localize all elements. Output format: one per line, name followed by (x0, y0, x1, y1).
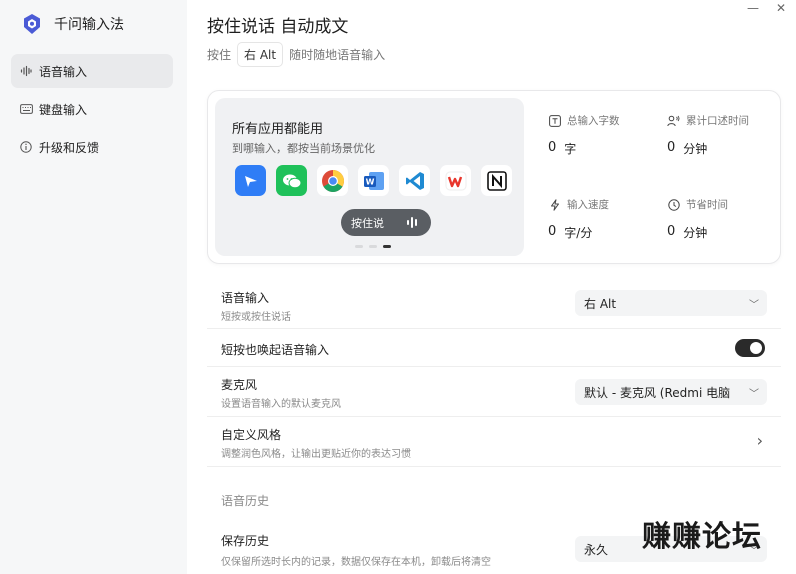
svg-text:W: W (365, 177, 374, 186)
wechat-app-icon (276, 165, 307, 196)
brand: 千问输入法 (18, 10, 124, 38)
setting-desc: 仅保留所选时长内的记录，数据仅保存在本机，卸载后将清空 (221, 557, 491, 568)
microphone-select[interactable]: 默认 - 麦克风 (Redmi 电脑 ﹀ (575, 379, 767, 405)
sidebar-item-keyboard-input[interactable]: 键盘输入 (11, 92, 173, 126)
sidebar-item-label: 键盘输入 (39, 102, 88, 117)
info-icon (19, 140, 33, 154)
chrome-app-icon (317, 165, 348, 196)
setting-desc: 调整润色风格，让输出更贴近你的表达习惯 (221, 449, 411, 460)
chevron-down-icon: ﹀ (749, 389, 759, 400)
sidebar: 千问输入法 语音输入 键盘输入 升级和反馈 (0, 0, 187, 574)
hold-to-speak-pill: 按住说 (341, 209, 431, 236)
carousel-dot-active[interactable] (383, 245, 391, 248)
select-value: 右 Alt (584, 296, 617, 311)
app-name: 千问输入法 (54, 17, 124, 33)
stat-label: 输入速度 (567, 199, 609, 211)
setting-desc: 设置语音输入的默认麦克风 (221, 399, 341, 410)
page-title: 按住说话 自动成文 (207, 17, 349, 37)
setting-row-short-press: 短按也唤起语音输入 (207, 329, 781, 367)
stat-unit: 分钟 (683, 226, 708, 240)
setting-title: 保存历史 (221, 534, 270, 548)
sidebar-item-label: 语音输入 (39, 64, 88, 79)
pill-label: 按住说 (351, 216, 384, 230)
sidebar-nav: 语音输入 键盘输入 升级和反馈 (11, 54, 173, 168)
chevron-right-icon: › (756, 431, 763, 450)
page-subtitle: 按住 右 Alt 随时随地语音输入 (207, 42, 385, 67)
app-icon-row: W (235, 165, 522, 196)
carousel-dots (355, 245, 397, 248)
setting-row-custom-style[interactable]: 自定义风格 调整润色风格，让输出更贴近你的表达习惯 › (207, 417, 781, 467)
stat-input-speed: 输入速度 0 字/分 (548, 197, 668, 241)
stat-time-saved: 节省时间 0 分钟 (667, 197, 787, 241)
chevron-down-icon: ﹀ (749, 300, 759, 311)
sidebar-item-label: 升级和反馈 (39, 140, 100, 155)
audio-wave-icon (405, 217, 417, 228)
stat-value: 0 (548, 140, 557, 155)
minimize-icon: — (747, 1, 759, 15)
main-panel: — ✕ 按住说话 自动成文 按住 右 Alt 随时随地语音输入 所有应用都能用 … (187, 0, 796, 574)
speaker-person-icon (667, 114, 680, 127)
setting-desc: 短按或按住说话 (221, 312, 291, 323)
stat-value: 0 (667, 224, 676, 239)
text-box-icon (548, 114, 561, 127)
stat-label: 总输入字数 (567, 115, 620, 127)
stat-total-chars: 总输入字数 0 字 (548, 113, 668, 157)
clock-icon (667, 198, 680, 211)
setting-title: 麦克风 (221, 378, 258, 392)
carousel-dot[interactable] (369, 245, 377, 248)
stat-label: 节省时间 (686, 199, 728, 211)
setting-title: 短按也唤起语音输入 (221, 343, 330, 357)
hotkey-badge: 右 Alt (237, 42, 284, 67)
overview-card: 所有应用都能用 到哪输入，都按当前场景优化 W 按住说 总输入字数 0 字 累计… (207, 90, 781, 264)
forum-watermark: 赚赚论坛 (642, 519, 763, 553)
stat-value: 0 (667, 140, 676, 155)
vscode-app-icon (399, 165, 430, 196)
qianwen-logo-icon (18, 10, 46, 38)
setting-row-microphone: 麦克风 设置语音输入的默认麦克风 默认 - 麦克风 (Redmi 电脑 ﹀ (207, 367, 781, 417)
stat-value: 0 (548, 224, 557, 239)
wps-app-icon (440, 165, 471, 196)
promo-title: 所有应用都能用 (232, 122, 324, 137)
stat-label: 累计口述时间 (686, 115, 749, 127)
close-button[interactable]: ✕ (770, 0, 792, 16)
subtitle-suffix: 随时随地语音输入 (289, 48, 386, 62)
stat-dictation-time: 累计口述时间 0 分钟 (667, 113, 787, 157)
notion-app-icon (481, 165, 512, 196)
promo-panel: 所有应用都能用 到哪输入，都按当前场景优化 W 按住说 (215, 98, 524, 256)
word-app-icon: W (358, 165, 389, 196)
promo-subtitle: 到哪输入，都按当前场景优化 (232, 142, 375, 155)
setting-title: 语音输入 (221, 291, 270, 305)
minimize-button[interactable]: — (742, 0, 764, 16)
voice-wave-icon (19, 64, 33, 78)
short-press-toggle[interactable] (735, 339, 765, 357)
carousel-dot[interactable] (355, 245, 363, 248)
voice-hotkey-select[interactable]: 右 Alt ﹀ (575, 290, 767, 316)
section-title-voice-history: 语音历史 (221, 494, 270, 508)
sidebar-item-voice-input[interactable]: 语音输入 (11, 54, 173, 88)
subtitle-prefix: 按住 (207, 48, 232, 62)
select-value: 默认 - 麦克风 (Redmi 电脑 (584, 385, 731, 400)
lightning-icon (548, 198, 561, 211)
setting-row-voice-input: 语音输入 短按或按住说话 右 Alt ﹀ (207, 280, 781, 329)
close-icon: ✕ (775, 1, 787, 15)
stat-unit: 字 (564, 142, 577, 156)
feishu-app-icon (235, 165, 266, 196)
sidebar-item-upgrade-feedback[interactable]: 升级和反馈 (11, 130, 173, 164)
setting-title: 自定义风格 (221, 428, 282, 442)
stat-unit: 字/分 (564, 226, 593, 240)
select-value: 永久 (584, 542, 609, 557)
stat-unit: 分钟 (683, 142, 708, 156)
keyboard-icon (19, 102, 33, 116)
